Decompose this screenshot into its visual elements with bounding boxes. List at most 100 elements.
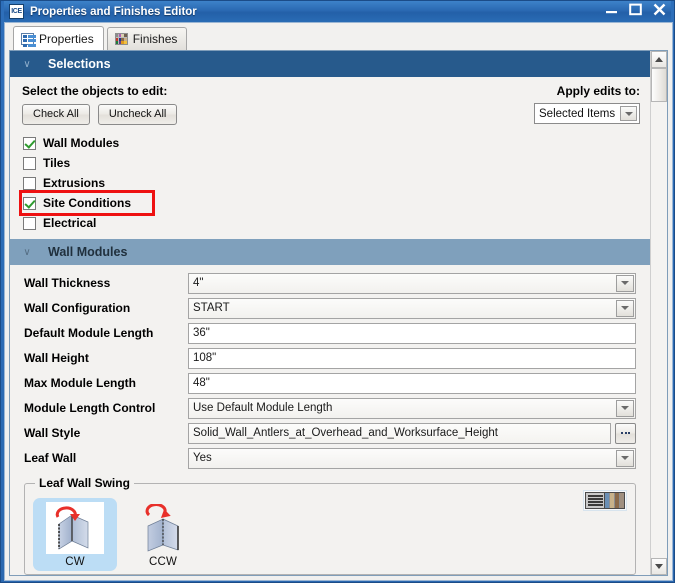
checkbox-tiles[interactable] — [23, 156, 36, 170]
input-wall-style[interactable]: Solid_Wall_Antlers_at_Overhead_and_Works… — [188, 422, 611, 444]
field-row-leaf-wall: Leaf Wall Yes — [24, 446, 636, 470]
app-icon: ICE — [9, 4, 24, 19]
section-title-wall-modules: Wall Modules — [48, 245, 128, 259]
selections-prompt: Select the objects to edit: — [22, 84, 168, 98]
chevron-down-icon[interactable] — [620, 106, 637, 121]
value-wall-configuration: START — [193, 302, 230, 314]
field-row-wall-height: Wall Height 108" — [24, 346, 636, 370]
window-controls — [604, 2, 667, 17]
checkbox-label-site-conditions: Site Conditions — [43, 196, 131, 210]
checkbox-row-wall-modules[interactable]: Wall Modules — [22, 133, 150, 153]
field-row-module-length-control: Module Length Control Use Default Module… — [24, 396, 636, 420]
swing-label-cw: CW — [65, 556, 85, 568]
minimize-icon[interactable] — [604, 2, 619, 17]
checkbox-label-electrical: Electrical — [43, 216, 97, 230]
checkbox-extrusions[interactable] — [23, 176, 36, 190]
value-default-module-length: 36" — [193, 327, 210, 339]
chevron-down-icon[interactable] — [616, 299, 634, 317]
wall-modules-form: Wall Thickness 4" Wall Configuration STA… — [10, 265, 650, 475]
chevron-down-icon[interactable] — [616, 399, 634, 417]
checkbox-site-conditions[interactable] — [23, 196, 36, 210]
scrollbar-track[interactable] — [651, 68, 667, 558]
checkbox-row-tiles[interactable]: Tiles — [22, 153, 150, 173]
input-max-module-length[interactable]: 48" — [188, 372, 636, 394]
section-title-selections: Selections — [48, 57, 111, 71]
checkbox-row-extrusions[interactable]: Extrusions — [22, 173, 150, 193]
swing-option-cw[interactable]: CW — [33, 498, 117, 571]
label-default-module-length: Default Module Length — [24, 326, 154, 340]
wall-swing-cw-icon — [46, 502, 104, 554]
field-row-wall-configuration: Wall Configuration START — [24, 296, 636, 320]
check-all-button[interactable]: Check All — [22, 104, 90, 125]
scrollbar-thumb[interactable] — [651, 68, 667, 102]
application-window: ICE Properties and Finishes Editor Prope… — [0, 0, 675, 583]
field-row-wall-thickness: Wall Thickness 4" — [24, 271, 636, 295]
value-wall-thickness: 4" — [193, 277, 204, 289]
list-and-swatch-preview-icon[interactable] — [583, 490, 627, 511]
chevron-down-icon[interactable] — [616, 449, 634, 467]
client-area: Properties Finishes ∨ Selections Select … — [4, 22, 673, 581]
object-checkbox-list: Wall Modules Tiles Extrusions Site Condi… — [19, 133, 640, 233]
chevron-down-icon: ∨ — [23, 246, 31, 258]
leaf-wall-swing-options: CW CCW — [33, 498, 627, 571]
apply-edits-label: Apply edits to: — [556, 84, 640, 98]
label-wall-style: Wall Style — [24, 426, 81, 440]
value-leaf-wall: Yes — [193, 452, 212, 464]
properties-panel: ∨ Selections Select the objects to edit:… — [10, 51, 650, 575]
swatch-pane-icon — [605, 492, 625, 509]
section-header-wall-modules[interactable]: ∨ Wall Modules — [10, 239, 650, 265]
section-header-selections[interactable]: ∨ Selections — [10, 51, 650, 77]
scroll-down-button[interactable] — [651, 558, 667, 575]
field-row-wall-style: Wall Style Solid_Wall_Antlers_at_Overhea… — [24, 421, 636, 445]
checkbox-label-wall-modules: Wall Modules — [43, 136, 120, 150]
apply-edits-dropdown[interactable]: Selected Items — [534, 103, 640, 124]
leaf-wall-swing-group: Leaf Wall Swing CW CCW — [24, 476, 636, 575]
value-max-module-length: 48" — [193, 377, 210, 389]
leaf-wall-swing-legend: Leaf Wall Swing — [35, 476, 134, 490]
label-max-module-length: Max Module Length — [24, 376, 136, 390]
tab-strip: Properties Finishes — [5, 23, 672, 50]
title-bar: ICE Properties and Finishes Editor — [4, 1, 671, 22]
selections-body: Select the objects to edit: Check All Un… — [10, 77, 650, 239]
label-wall-height: Wall Height — [24, 351, 89, 365]
list-icon — [21, 32, 36, 47]
window-title: Properties and Finishes Editor — [30, 5, 197, 18]
maximize-icon[interactable] — [628, 2, 643, 17]
value-module-length-control: Use Default Module Length — [193, 402, 333, 414]
checkbox-row-site-conditions[interactable]: Site Conditions — [19, 190, 155, 216]
tab-properties[interactable]: Properties — [13, 26, 104, 50]
input-leaf-wall[interactable]: Yes — [188, 447, 636, 469]
wall-swing-ccw-icon — [134, 502, 192, 554]
label-module-length-control: Module Length Control — [24, 401, 156, 415]
checkbox-label-tiles: Tiles — [43, 156, 71, 170]
vertical-scrollbar[interactable] — [650, 51, 667, 575]
scroll-up-button[interactable] — [651, 51, 667, 68]
field-row-max-module-length: Max Module Length 48" — [24, 371, 636, 395]
checkbox-electrical[interactable] — [23, 216, 36, 230]
checkbox-label-extrusions: Extrusions — [43, 176, 106, 190]
input-wall-thickness[interactable]: 4" — [188, 272, 636, 294]
field-row-default-module-length: Default Module Length 36" — [24, 321, 636, 345]
input-wall-configuration[interactable]: START — [188, 297, 636, 319]
chevron-down-icon: ∨ — [23, 58, 31, 70]
checkbox-row-electrical[interactable]: Electrical — [22, 213, 150, 233]
close-icon[interactable] — [652, 2, 667, 17]
apply-edits-value: Selected Items — [539, 107, 616, 120]
swing-option-ccw[interactable]: CCW — [121, 498, 205, 571]
tab-properties-label: Properties — [39, 31, 94, 46]
uncheck-all-button[interactable]: Uncheck All — [97, 104, 178, 125]
swing-label-ccw: CCW — [148, 556, 178, 568]
value-wall-style: Solid_Wall_Antlers_at_Overhead_and_Works… — [193, 427, 498, 439]
list-pane-icon — [585, 492, 605, 509]
tab-finishes[interactable]: Finishes — [106, 27, 188, 50]
wall-style-browse-button[interactable] — [615, 422, 636, 444]
label-leaf-wall: Leaf Wall — [24, 451, 77, 465]
input-wall-height[interactable]: 108" — [188, 347, 636, 369]
color-swatch-grid-icon — [114, 33, 128, 45]
input-module-length-control[interactable]: Use Default Module Length — [188, 397, 636, 419]
chevron-down-icon[interactable] — [616, 274, 634, 292]
checkbox-wall-modules[interactable] — [23, 136, 36, 150]
label-wall-configuration: Wall Configuration — [24, 301, 131, 315]
input-default-module-length[interactable]: 36" — [188, 322, 636, 344]
label-wall-thickness: Wall Thickness — [24, 276, 111, 290]
